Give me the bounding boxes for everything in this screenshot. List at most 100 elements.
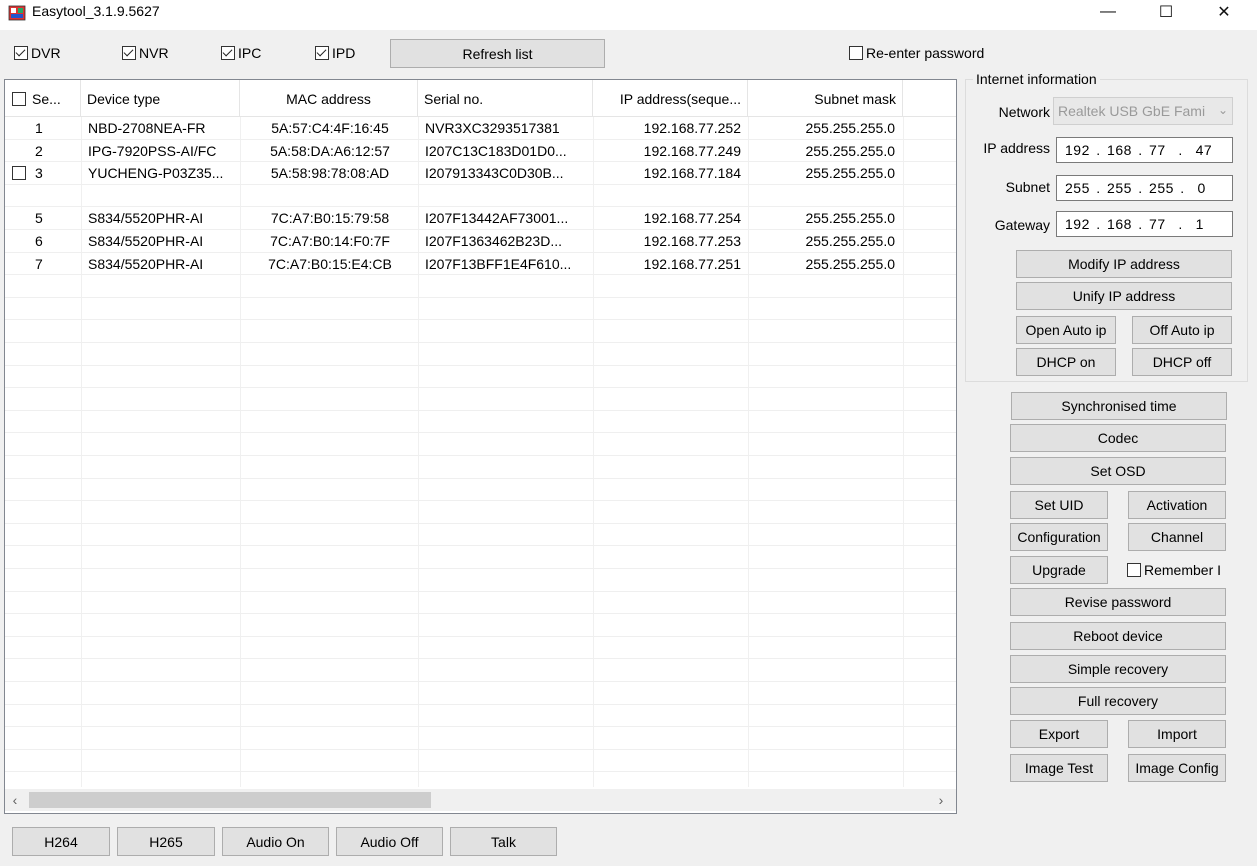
column-header-device-type[interactable]: Device type [81, 80, 240, 117]
dvr-checkbox[interactable] [14, 46, 28, 60]
export-button[interactable]: Export [1010, 720, 1108, 748]
talk-button[interactable]: Talk [450, 827, 557, 856]
configuration-button[interactable]: Configuration [1010, 523, 1108, 551]
column-header-mac[interactable]: MAC address [240, 80, 418, 117]
scroll-right-arrow-icon[interactable]: › [931, 789, 951, 811]
table-row[interactable] [5, 298, 956, 321]
activation-button[interactable]: Activation [1128, 491, 1226, 519]
column-header-seq[interactable]: Se... [5, 80, 81, 117]
full-recovery-button[interactable]: Full recovery [1010, 687, 1226, 715]
table-row[interactable] [5, 592, 956, 615]
table-row[interactable] [5, 366, 956, 389]
table-row[interactable]: 5 S834/5520PHR-AI 7C:A7:B0:15:79:58 I207F13… [5, 207, 956, 230]
remember-label: Remember I [1144, 562, 1222, 578]
table-row[interactable] [5, 456, 956, 479]
table-row[interactable] [5, 750, 956, 773]
table-row[interactable] [5, 343, 956, 366]
dhcp-on-button[interactable]: DHCP on [1016, 348, 1116, 376]
cell-mac: 7C:A7:B0:14:F0:7F [270, 233, 390, 249]
reenter-password-option[interactable]: Re-enter password [849, 45, 984, 61]
gateway-label: Gateway [994, 217, 1050, 233]
window-title: Easytool_3.1.9.5627 [32, 3, 160, 19]
table-row[interactable] [5, 388, 956, 411]
nvr-label: NVR [139, 45, 169, 61]
cell-mac: 5A:58:DA:A6:12:57 [270, 142, 390, 159]
row-checkbox[interactable] [12, 166, 26, 181]
h265-button[interactable]: H265 [117, 827, 215, 856]
table-row[interactable] [5, 637, 956, 660]
table-row[interactable] [5, 320, 956, 343]
dhcp-off-button[interactable]: DHCP off [1132, 348, 1232, 376]
table-row[interactable] [5, 727, 956, 750]
import-button[interactable]: Import [1128, 720, 1226, 748]
table-row[interactable] [5, 659, 956, 682]
cell-seq: 2 [35, 142, 43, 159]
filter-dvr[interactable]: DVR [14, 45, 61, 61]
audio-off-button[interactable]: Audio Off [336, 827, 443, 856]
scroll-left-arrow-icon[interactable]: ‹ [5, 789, 25, 811]
cell-device-type: S834/5520PHR-AI [88, 255, 204, 272]
set-osd-button[interactable]: Set OSD [1010, 457, 1226, 485]
scrollbar-thumb[interactable] [29, 792, 431, 808]
network-value: Realtek USB GbE Fami [1058, 103, 1206, 119]
close-button[interactable]: ✕ [1195, 0, 1253, 24]
table-row[interactable] [5, 682, 956, 705]
ip-address-field[interactable]: 192 . 168 . 77 . 47 [1056, 137, 1233, 163]
channel-button[interactable]: Channel [1128, 523, 1226, 551]
network-select[interactable]: Realtek USB GbE Fami ⌄ [1053, 97, 1233, 125]
gateway-field[interactable]: 192 . 168 . 77 . 1 [1056, 211, 1233, 237]
table-row[interactable] [5, 524, 956, 547]
table-row[interactable] [5, 705, 956, 728]
table-row[interactable] [5, 433, 956, 456]
simple-recovery-button[interactable]: Simple recovery [1010, 655, 1226, 683]
filter-ipd[interactable]: IPD [315, 45, 355, 61]
table-row[interactable] [5, 546, 956, 569]
revise-password-button[interactable]: Revise password [1010, 588, 1226, 616]
nvr-checkbox[interactable] [122, 46, 136, 60]
filter-nvr[interactable]: NVR [122, 45, 169, 61]
column-header-subnet[interactable]: Subnet mask [748, 80, 903, 117]
open-auto-ip-button[interactable]: Open Auto ip [1016, 316, 1116, 344]
table-row[interactable] [5, 411, 956, 434]
table-row[interactable]: 2 IPG-7920PSS-AI/FC 5A:58:DA:A6:12:57 I207C… [5, 140, 956, 163]
reboot-device-button[interactable]: Reboot device [1010, 622, 1226, 650]
cell-ip: 192.168.77.252 [643, 120, 741, 136]
ipc-checkbox[interactable] [221, 46, 235, 60]
select-all-checkbox[interactable] [12, 91, 26, 106]
column-header-ip[interactable]: IP address(seque... [593, 80, 748, 117]
unify-ip-button[interactable]: Unify IP address [1016, 282, 1232, 310]
device-table[interactable]: Se... Device type MAC address Serial no.… [4, 79, 957, 814]
table-row[interactable]: 3 YUCHENG-P03Z35... 5A:58:98:78:08:AD I2079… [5, 162, 956, 185]
table-row[interactable] [5, 479, 956, 502]
reenter-password-checkbox[interactable] [849, 46, 863, 60]
image-test-button[interactable]: Image Test [1010, 754, 1108, 782]
remember-option[interactable]: Remember I [1127, 562, 1227, 578]
maximize-button[interactable]: ☐ [1137, 0, 1195, 24]
table-row[interactable]: 7 S834/5520PHR-AI 7C:A7:B0:15:E4:CB I207F13… [5, 253, 956, 276]
remember-checkbox[interactable] [1127, 563, 1141, 577]
table-row[interactable] [5, 501, 956, 524]
horizontal-scrollbar[interactable]: ‹ › [5, 789, 956, 811]
table-row[interactable] [5, 185, 956, 208]
subnet-field[interactable]: 255 . 255 . 255 . 0 [1056, 175, 1233, 201]
set-uid-button[interactable]: Set UID [1010, 491, 1108, 519]
column-header-serial[interactable]: Serial no. [418, 80, 593, 117]
ipd-checkbox[interactable] [315, 46, 329, 60]
table-row[interactable] [5, 275, 956, 298]
h264-button[interactable]: H264 [12, 827, 110, 856]
synchronised-time-button[interactable]: Synchronised time [1011, 392, 1227, 420]
table-row[interactable] [5, 569, 956, 592]
cell-subnet: 255.255.255.0 [805, 233, 895, 249]
image-config-button[interactable]: Image Config [1128, 754, 1226, 782]
table-row[interactable]: 6 S834/5520PHR-AI 7C:A7:B0:14:F0:7F I207F13… [5, 230, 956, 253]
upgrade-button[interactable]: Upgrade [1010, 556, 1108, 584]
off-auto-ip-button[interactable]: Off Auto ip [1132, 316, 1232, 344]
table-row[interactable] [5, 614, 956, 637]
filter-ipc[interactable]: IPC [221, 45, 261, 61]
modify-ip-button[interactable]: Modify IP address [1016, 250, 1232, 278]
minimize-button[interactable]: — [1079, 0, 1137, 24]
audio-on-button[interactable]: Audio On [222, 827, 329, 856]
refresh-list-button[interactable]: Refresh list [390, 39, 605, 68]
table-row[interactable]: 1 NBD-2708NEA-FR 5A:57:C4:4F:16:45 NVR3XC32… [5, 117, 956, 140]
codec-button[interactable]: Codec [1010, 424, 1226, 452]
